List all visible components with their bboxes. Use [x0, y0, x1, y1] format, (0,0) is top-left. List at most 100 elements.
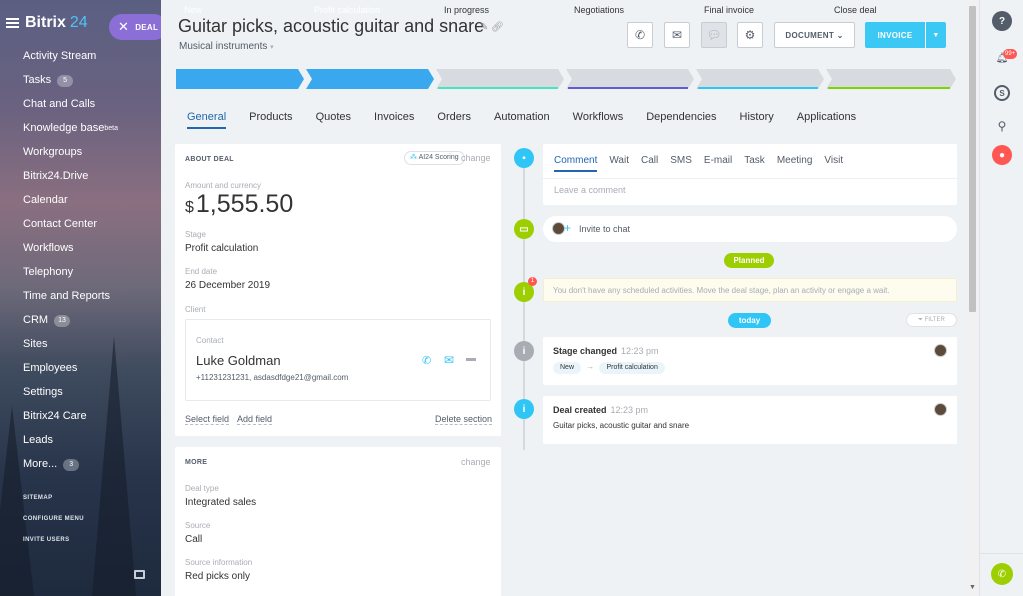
tab-sms[interactable]: SMS — [670, 155, 692, 172]
divider — [980, 553, 1023, 554]
stage-final-invoice[interactable] — [696, 69, 824, 89]
sidebar-item-sites[interactable]: Sites — [23, 336, 118, 360]
scroll-down-icon[interactable]: ▼ — [969, 584, 976, 591]
email-button[interactable]: ✉ — [664, 22, 690, 48]
category-selector[interactable]: Musical instruments ▾ — [179, 41, 274, 52]
tab-visit[interactable]: Visit — [824, 155, 843, 172]
sidebar-item-employees[interactable]: Employees — [23, 360, 118, 384]
help-icon[interactable]: ? — [992, 11, 1012, 31]
info-icon: i — [514, 399, 534, 419]
tab-automation[interactable]: Automation — [494, 111, 550, 129]
sidebar-item-label: Bitrix24.Drive — [23, 170, 89, 182]
sidebar-item-knowledge-base[interactable]: Knowledge base beta — [23, 120, 118, 144]
phone-icon[interactable]: ✆ — [991, 563, 1013, 585]
sitemap-link[interactable]: SITEMAP — [23, 494, 84, 515]
scrollbar[interactable]: ▼ — [966, 0, 979, 596]
tab-meeting[interactable]: Meeting — [777, 155, 813, 172]
sidebar-item-time-reports[interactable]: Time and Reports — [23, 288, 118, 312]
tab-applications[interactable]: Applications — [797, 111, 856, 129]
tab-history[interactable]: History — [740, 111, 774, 129]
sidebar-item-settings[interactable]: Settings — [23, 384, 118, 408]
stage-tag: Profit calculation — [599, 362, 665, 374]
stage-profit-calculation[interactable] — [306, 69, 434, 89]
deal-type-value[interactable]: Integrated sales — [185, 497, 256, 508]
sidebar-item-chat[interactable]: Chat and Calls — [23, 96, 118, 120]
messenger-icon[interactable]: S — [994, 85, 1010, 101]
tab-workflows[interactable]: Workflows — [573, 111, 624, 129]
tab-products[interactable]: Products — [249, 111, 292, 129]
sidebar-item-telephony[interactable]: Telephony — [23, 264, 118, 288]
tab-comment[interactable]: Comment — [554, 155, 598, 172]
invoice-dropdown-icon[interactable]: ▼ — [925, 22, 946, 48]
menu-icon[interactable] — [6, 18, 19, 28]
invoice-button[interactable]: INVOICE ▼ — [865, 22, 946, 48]
change-link[interactable]: change — [461, 153, 491, 163]
close-icon: ✕ — [118, 19, 130, 34]
sidebar-footer-links: SITEMAP CONFIGURE MENU INVITE USERS — [23, 494, 84, 557]
sidebar-item-more[interactable]: More... 3 — [23, 456, 118, 480]
link-icon[interactable]: 🔗︎ — [491, 22, 504, 33]
field-label: Source information — [185, 558, 253, 567]
sidebar-item-workgroups[interactable]: Workgroups — [23, 144, 118, 168]
bitrix-logo[interactable]: Bitrix 24 — [25, 14, 88, 32]
invite-chat-bar[interactable]: + Invite to chat — [543, 216, 957, 242]
deal-close-pill[interactable]: ✕ DEAL — [109, 14, 167, 40]
contact-email-icon[interactable]: ✉ — [444, 353, 454, 367]
settings-button[interactable]: ⚙ — [737, 22, 763, 48]
sidebar-item-calendar[interactable]: Calendar — [23, 192, 118, 216]
sidebar-item-label: Workgroups — [23, 146, 83, 158]
sidebar-item-drive[interactable]: Bitrix24.Drive — [23, 168, 118, 192]
source-value[interactable]: Call — [185, 534, 202, 545]
stage-in-progress[interactable] — [436, 69, 564, 89]
printer-icon[interactable] — [134, 570, 145, 579]
tab-orders[interactable]: Orders — [437, 111, 471, 129]
tab-dependencies[interactable]: Dependencies — [646, 111, 716, 129]
source-info-value[interactable]: Red picks only — [185, 571, 250, 582]
comment-input[interactable]: Leave a comment — [554, 185, 626, 195]
tab-email[interactable]: E-mail — [704, 155, 732, 172]
deal-tabs: General Products Quotes Invoices Orders … — [187, 111, 879, 129]
filter-button[interactable]: ⏷ FILTER — [906, 313, 957, 327]
document-button[interactable]: DOCUMENT ⌄ — [774, 22, 855, 48]
select-field-link[interactable]: Select field — [185, 414, 230, 425]
search-icon[interactable]: ⚲ — [992, 116, 1012, 136]
sidebar-item-activity-stream[interactable]: Activity Stream — [23, 48, 118, 72]
tab-task[interactable]: Task — [744, 155, 765, 172]
contact-name[interactable]: Luke Goldman — [196, 353, 281, 368]
end-date-value[interactable]: 26 December 2019 — [185, 280, 270, 291]
stage-label: Profit calculation — [314, 5, 381, 15]
delete-section-link[interactable]: Delete section — [435, 414, 493, 425]
stage-close-deal[interactable] — [826, 69, 956, 89]
tab-invoices[interactable]: Invoices — [374, 111, 414, 129]
stage-value[interactable]: Profit calculation — [185, 243, 258, 254]
chat-button[interactable]: 💬︎ — [701, 22, 727, 48]
sidebar-item-contact-center[interactable]: Contact Center — [23, 216, 118, 240]
add-field-link[interactable]: Add field — [237, 414, 273, 425]
stage-new[interactable] — [176, 69, 304, 89]
sidebar-item-tasks[interactable]: Tasks 5 — [23, 72, 118, 96]
scrollbar-thumb[interactable] — [969, 6, 976, 312]
planned-badge: Planned — [724, 253, 774, 268]
stage-label: Close deal — [834, 5, 877, 15]
contact-chat-icon[interactable]: ▬ — [466, 353, 476, 364]
tab-wait[interactable]: Wait — [609, 155, 629, 172]
sidebar-item-workflows[interactable]: Workflows — [23, 240, 118, 264]
sidebar-item-leads[interactable]: Leads — [23, 432, 118, 456]
configure-menu-link[interactable]: CONFIGURE MENU — [23, 515, 84, 536]
stage-label: In progress — [444, 5, 490, 15]
field-label: End date — [185, 267, 218, 276]
change-link[interactable]: change — [461, 457, 491, 467]
sidebar-item-care[interactable]: Bitrix24 Care — [23, 408, 118, 432]
call-button[interactable]: ✆ — [627, 22, 653, 48]
edit-pencil-icon[interactable]: ✎ — [480, 22, 488, 33]
tab-general[interactable]: General — [187, 111, 227, 129]
ai-scoring-button[interactable]: ⁂ AI24 Scoring — [404, 151, 465, 165]
stage-negotiations[interactable] — [566, 69, 694, 89]
user-avatar-icon[interactable]: ● — [992, 145, 1012, 165]
invite-users-link[interactable]: INVITE USERS — [23, 536, 84, 557]
tab-quotes[interactable]: Quotes — [316, 111, 351, 129]
deal-amount[interactable]: $1,555.50 — [185, 190, 293, 219]
contact-phone-icon[interactable]: ✆ — [422, 354, 431, 367]
tab-call[interactable]: Call — [641, 155, 658, 172]
sidebar-item-crm[interactable]: CRM 13 — [23, 312, 118, 336]
